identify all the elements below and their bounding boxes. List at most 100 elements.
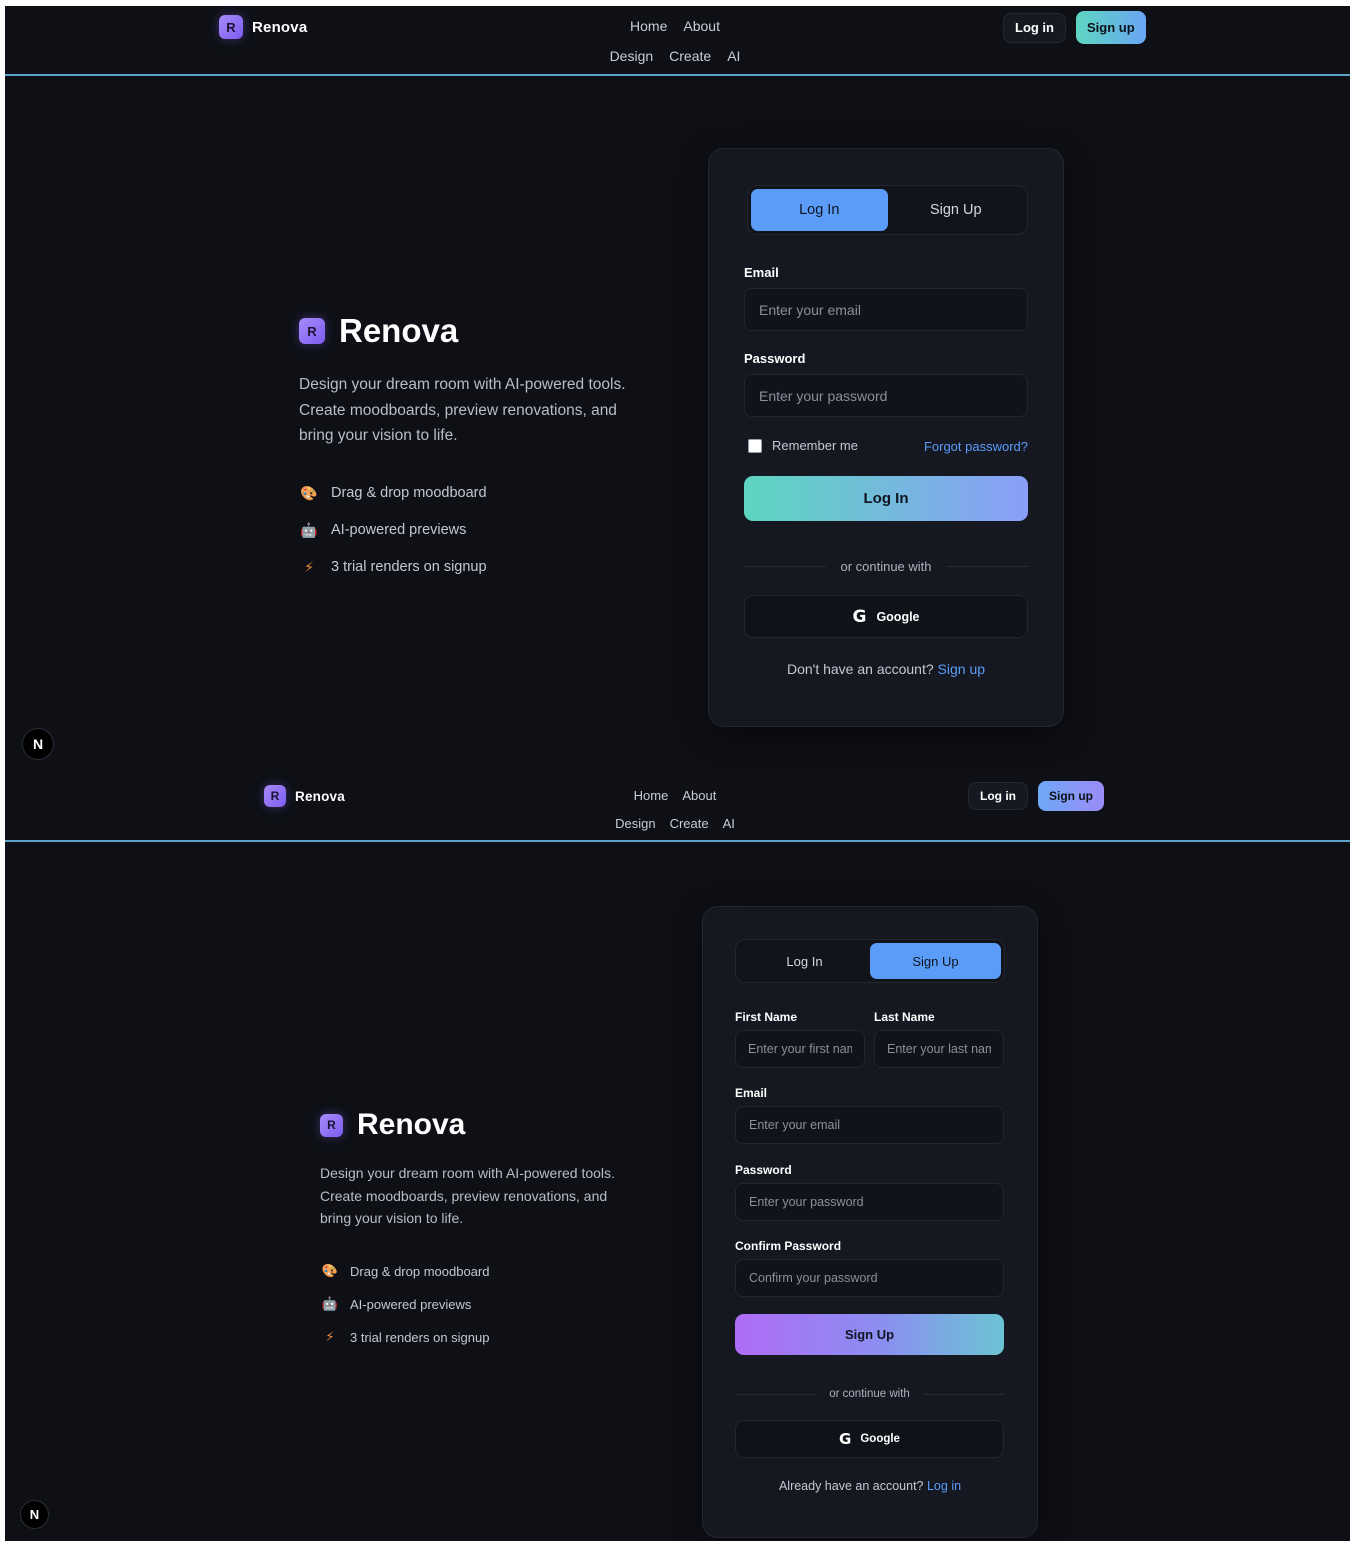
google-icon: G bbox=[852, 606, 867, 627]
google-signin-button[interactable]: G Google bbox=[735, 1420, 1004, 1458]
hero-logo-icon: R bbox=[320, 1113, 343, 1137]
logo-icon: R bbox=[264, 785, 286, 807]
first-name-input[interactable] bbox=[735, 1030, 865, 1068]
brand[interactable]: R Renova bbox=[219, 15, 307, 39]
feature-text: 3 trial renders on signup bbox=[350, 1329, 490, 1345]
feature-text: AI-powered previews bbox=[331, 522, 467, 538]
feature-item: ⚡ 3 trial renders on signup bbox=[320, 1321, 660, 1354]
palette-icon: 🎨 bbox=[321, 1263, 339, 1278]
tab-login[interactable]: Log In bbox=[739, 943, 870, 979]
nav-design[interactable]: Design bbox=[615, 816, 655, 831]
email-input[interactable] bbox=[744, 288, 1028, 331]
lightning-icon: ⚡ bbox=[325, 1329, 335, 1344]
auth-tabs: Log In Sign Up bbox=[747, 185, 1028, 235]
divider: or continue with bbox=[735, 1388, 1005, 1400]
hero-description: Design your dream room with AI-powered t… bbox=[299, 372, 659, 449]
nav-home[interactable]: Home bbox=[634, 788, 669, 803]
nav-about[interactable]: About bbox=[683, 18, 720, 34]
feature-item: 🎨 Drag & drop moodboard bbox=[299, 475, 659, 512]
forgot-password-link[interactable]: Forgot password? bbox=[924, 439, 1028, 454]
password-input[interactable] bbox=[744, 374, 1028, 417]
confirm-password-label: Confirm Password bbox=[735, 1239, 842, 1253]
robot-icon: 🤖 bbox=[321, 1296, 339, 1311]
hero-section: R Renova Design your dream room with AI-… bbox=[299, 312, 659, 586]
email-input[interactable] bbox=[735, 1106, 1004, 1144]
hero-description-line: bring your vision to life. bbox=[299, 427, 458, 444]
auth-buttons: Log in Sign up bbox=[968, 781, 1104, 811]
hero-heading: Renova bbox=[357, 1108, 466, 1141]
email-label: Email bbox=[735, 1086, 768, 1100]
nav-signup-button[interactable]: Sign up bbox=[1038, 781, 1104, 811]
auth-tabs: Log In Sign Up bbox=[735, 939, 1005, 983]
nav-design[interactable]: Design bbox=[610, 48, 654, 64]
hero-description-line: bring your vision to life. bbox=[320, 1210, 464, 1226]
tab-signup[interactable]: Sign Up bbox=[870, 943, 1001, 979]
google-signin-button[interactable]: G Google bbox=[744, 595, 1028, 638]
login-link[interactable]: Log in bbox=[927, 1479, 961, 1493]
feature-text: Drag & drop moodboard bbox=[350, 1263, 490, 1279]
feature-text: AI-powered previews bbox=[350, 1296, 472, 1312]
hero-description-line: Design your dream room with AI-powered t… bbox=[320, 1165, 615, 1181]
last-name-label: Last Name bbox=[874, 1010, 935, 1024]
nav-login-button[interactable]: Log in bbox=[968, 782, 1028, 810]
logo-icon: R bbox=[219, 15, 243, 39]
palette-icon: 🎨 bbox=[300, 484, 318, 501]
nav-home[interactable]: Home bbox=[630, 18, 667, 34]
robot-icon: 🤖 bbox=[300, 521, 318, 538]
google-label: Google bbox=[860, 1433, 900, 1445]
nav-create[interactable]: Create bbox=[669, 48, 711, 64]
divider-text: or continue with bbox=[829, 1388, 910, 1400]
brand[interactable]: R Renova bbox=[264, 785, 345, 807]
confirm-password-input[interactable] bbox=[735, 1259, 1004, 1297]
login-prompt: Already have an account? Log in bbox=[703, 1479, 1037, 1493]
nav-links: Home About Design Create AI bbox=[575, 788, 775, 831]
google-label: Google bbox=[876, 609, 920, 624]
nav-login-button[interactable]: Log in bbox=[1003, 12, 1066, 43]
login-submit-button[interactable]: Log In bbox=[744, 476, 1028, 521]
nav-create[interactable]: Create bbox=[670, 816, 709, 831]
top-navbar: R Renova Home About Design Create AI Log… bbox=[5, 6, 1350, 76]
nav-ai[interactable]: AI bbox=[723, 816, 735, 831]
auth-buttons: Log in Sign up bbox=[1003, 11, 1146, 44]
nav-signup-button[interactable]: Sign up bbox=[1076, 11, 1146, 44]
hero-logo-icon: R bbox=[299, 318, 325, 344]
hero-heading: Renova bbox=[339, 312, 459, 349]
divider: or continue with bbox=[744, 559, 1028, 574]
hero-section: R Renova Design your dream room with AI-… bbox=[320, 1108, 660, 1354]
last-name-input[interactable] bbox=[874, 1030, 1004, 1068]
feature-item: 🎨 Drag & drop moodboard bbox=[320, 1255, 660, 1288]
hero-description-line: Create moodboards, preview renovations, … bbox=[299, 401, 617, 419]
login-prompt-text: Already have an account? bbox=[778, 1479, 924, 1493]
nav-about[interactable]: About bbox=[682, 788, 716, 803]
signup-link[interactable]: Sign up bbox=[938, 661, 985, 677]
brand-name: Renova bbox=[252, 18, 308, 36]
signup-prompt-text: Don't have an account? bbox=[786, 661, 934, 677]
first-name-label: First Name bbox=[735, 1010, 798, 1024]
email-label: Email bbox=[744, 265, 779, 280]
n-badge-icon[interactable]: N bbox=[20, 1500, 49, 1529]
feature-item: 🤖 AI-powered previews bbox=[299, 512, 659, 549]
feature-item: ⚡ 3 trial renders on signup bbox=[299, 549, 659, 586]
nav-ai[interactable]: AI bbox=[727, 48, 740, 64]
tab-signup[interactable]: Sign Up bbox=[888, 189, 1025, 231]
signup-prompt: Don't have an account? Sign up bbox=[709, 661, 1063, 677]
signup-card: Log In Sign Up First Name Last Name Emai… bbox=[702, 906, 1038, 1538]
hero-description: Design your dream room with AI-powered t… bbox=[320, 1162, 660, 1230]
top-navbar: R Renova Home About Design Create AI Log… bbox=[5, 771, 1350, 842]
feature-text: Drag & drop moodboard bbox=[331, 485, 487, 501]
hero-title: R Renova bbox=[320, 1108, 660, 1142]
feature-item: 🤖 AI-powered previews bbox=[320, 1288, 660, 1321]
brand-name: Renova bbox=[295, 788, 345, 804]
tab-login[interactable]: Log In bbox=[751, 189, 888, 231]
divider-text: or continue with bbox=[840, 559, 932, 574]
n-badge-icon[interactable]: N bbox=[22, 728, 54, 760]
feature-text: 3 trial renders on signup bbox=[331, 559, 487, 575]
remember-me-checkbox[interactable] bbox=[748, 438, 762, 453]
lightning-icon: ⚡ bbox=[304, 558, 314, 575]
password-input[interactable] bbox=[735, 1183, 1004, 1221]
remember-me[interactable]: Remember me bbox=[748, 438, 858, 453]
login-screen: R Renova Home About Design Create AI Log… bbox=[5, 6, 1350, 771]
remember-me-label: Remember me bbox=[772, 438, 858, 453]
signup-submit-button[interactable]: Sign Up bbox=[735, 1314, 1004, 1355]
nav-links: Home About Design Create AI bbox=[565, 18, 785, 64]
